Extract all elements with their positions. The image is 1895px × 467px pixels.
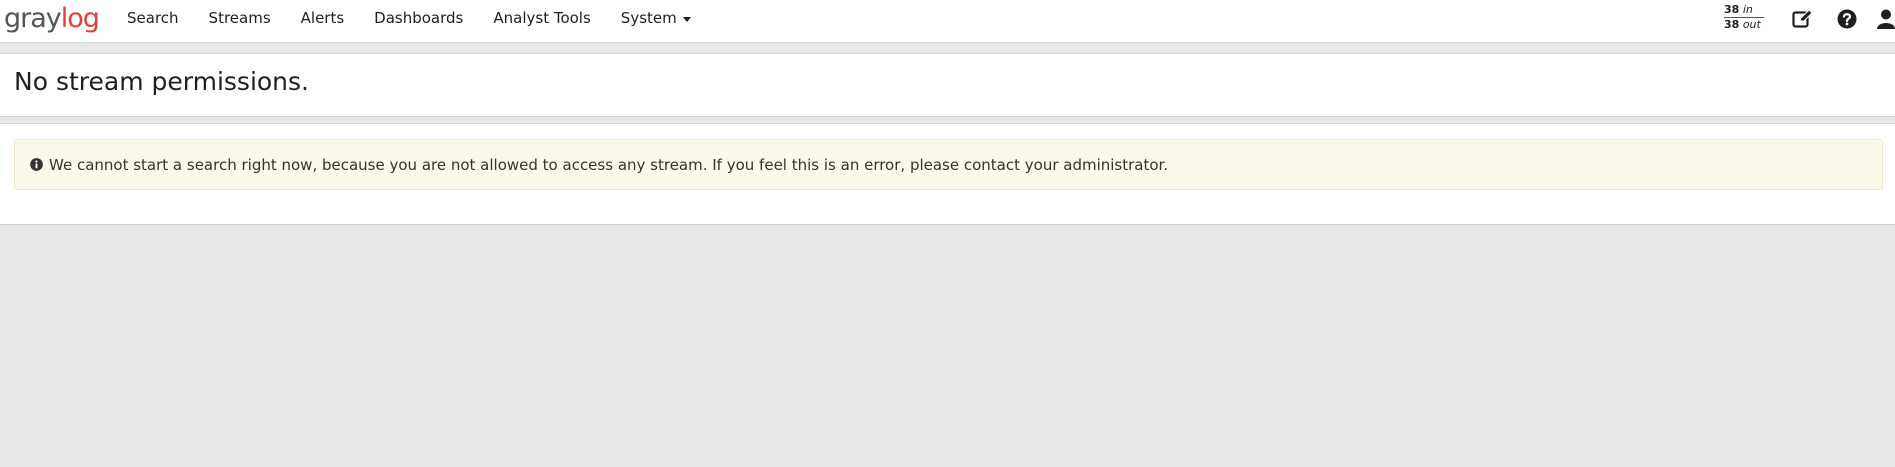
- nav-system-label: System: [620, 9, 677, 27]
- main-nav: Search Streams Alerts Dashboards Analyst…: [112, 0, 706, 36]
- content-panel: We cannot start a search right now, beca…: [0, 123, 1895, 225]
- nav-search-label: Search: [127, 9, 179, 27]
- nav-dashboards-label: Dashboards: [374, 9, 464, 27]
- caret-down-icon: [682, 16, 691, 22]
- page-header-panel: No stream permissions.: [0, 53, 1895, 117]
- question-circle-icon: [1837, 9, 1857, 29]
- nav-analyst-tools-label: Analyst Tools: [493, 9, 591, 27]
- alert-message: We cannot start a search right now, beca…: [49, 155, 1169, 174]
- nav-alerts[interactable]: Alerts: [286, 0, 360, 36]
- throughput-indicator[interactable]: 38 in 38 out: [1724, 3, 1764, 32]
- nav-dashboards[interactable]: Dashboards: [359, 0, 478, 36]
- throughput-out-label: out: [1742, 18, 1761, 31]
- nav-alerts-label: Alerts: [300, 9, 345, 27]
- help-button[interactable]: [1836, 8, 1858, 30]
- throughput-out-count: 38: [1724, 18, 1740, 31]
- nav-search[interactable]: Search: [112, 0, 194, 36]
- user-menu-button[interactable]: [1876, 8, 1895, 30]
- nav-analyst-tools[interactable]: Analyst Tools: [478, 0, 605, 36]
- logo-text-gray: gray: [4, 3, 62, 34]
- nav-streams[interactable]: Streams: [194, 0, 286, 36]
- info-circle-icon: [30, 158, 43, 171]
- nav-system-dropdown[interactable]: System: [606, 0, 706, 36]
- throughput-in-count: 38: [1724, 3, 1740, 16]
- notes-button[interactable]: [1792, 8, 1814, 30]
- subnav-spacer: [0, 43, 1895, 53]
- permission-alert: We cannot start a search right now, beca…: [14, 139, 1883, 190]
- user-icon: [1877, 9, 1895, 29]
- edit-icon: [1792, 9, 1813, 28]
- top-navbar: gray log Search Streams Alerts Dashboards…: [0, 0, 1895, 43]
- logo-text-log: log: [60, 3, 100, 34]
- graylog-logo[interactable]: gray log: [4, 2, 100, 34]
- nav-streams-label: Streams: [208, 9, 271, 27]
- page-title: No stream permissions.: [14, 67, 309, 96]
- throughput-in-label: in: [1742, 3, 1753, 16]
